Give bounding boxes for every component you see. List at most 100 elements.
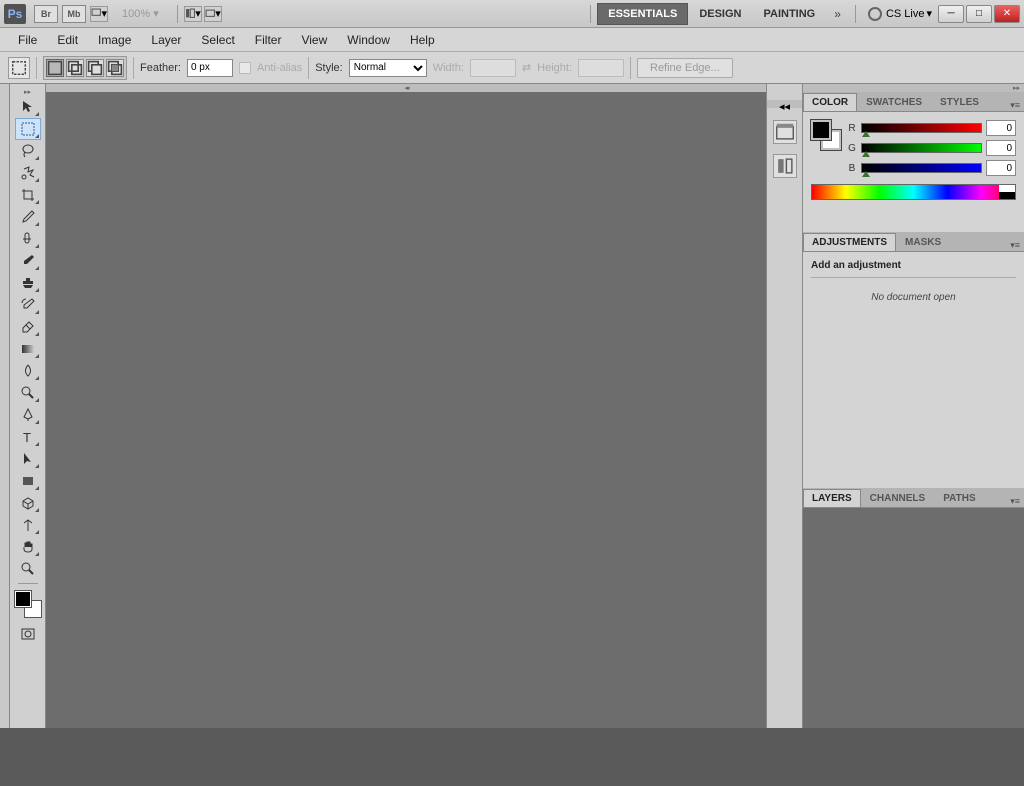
marquee-tool[interactable] bbox=[15, 118, 41, 140]
zoom-level-label[interactable]: 100% ▾ bbox=[122, 7, 159, 20]
canvas-collapse-handle[interactable] bbox=[46, 84, 766, 92]
tab-adjustments[interactable]: ADJUSTMENTS bbox=[803, 233, 896, 251]
refine-edge-button: Refine Edge... bbox=[637, 58, 733, 78]
current-tool-icon[interactable] bbox=[8, 57, 30, 79]
menu-filter[interactable]: Filter bbox=[245, 31, 292, 49]
more-workspaces-icon[interactable]: » bbox=[834, 7, 841, 21]
foreground-swatch[interactable] bbox=[811, 120, 831, 140]
gradient-tool[interactable] bbox=[15, 338, 41, 360]
mini-bridge-button[interactable]: Mb bbox=[62, 5, 86, 23]
history-brush-tool[interactable] bbox=[15, 294, 41, 316]
panel-menu-icon[interactable]: ▾≡ bbox=[1010, 496, 1020, 507]
menu-select[interactable]: Select bbox=[191, 31, 244, 49]
clone-stamp-tool[interactable] bbox=[15, 272, 41, 294]
height-label: Height: bbox=[537, 62, 572, 74]
workspace-painting[interactable]: PAINTING bbox=[753, 3, 827, 25]
quick-mask-button[interactable] bbox=[15, 623, 41, 645]
tab-paths[interactable]: PATHS bbox=[934, 489, 984, 507]
color-spectrum[interactable] bbox=[811, 184, 1016, 200]
g-input[interactable] bbox=[986, 140, 1016, 156]
toolbox: ▸▸ T bbox=[10, 84, 46, 728]
menu-window[interactable]: Window bbox=[337, 31, 400, 49]
eyedropper-tool[interactable] bbox=[15, 206, 41, 228]
workspace-design[interactable]: DESIGN bbox=[688, 3, 752, 25]
bridge-button[interactable]: Br bbox=[34, 5, 58, 23]
b-slider[interactable] bbox=[861, 163, 982, 173]
properties-panel-icon[interactable] bbox=[773, 154, 797, 178]
cslive-icon bbox=[868, 7, 882, 21]
view-extras-dropdown[interactable]: ▾ bbox=[90, 6, 108, 22]
tab-swatches[interactable]: SWATCHES bbox=[857, 93, 931, 111]
menu-edit[interactable]: Edit bbox=[47, 31, 88, 49]
workspace-essentials[interactable]: ESSENTIALS bbox=[597, 3, 688, 25]
width-label: Width: bbox=[433, 62, 464, 74]
panel-menu-icon[interactable]: ▾≡ bbox=[1010, 240, 1020, 251]
tab-color[interactable]: COLOR bbox=[803, 93, 857, 111]
blur-tool[interactable] bbox=[15, 360, 41, 382]
brush-tool[interactable] bbox=[15, 250, 41, 272]
layers-panel-tabs: LAYERS CHANNELS PATHS ▾≡ bbox=[803, 488, 1024, 508]
healing-brush-tool[interactable] bbox=[15, 228, 41, 250]
feather-input[interactable] bbox=[187, 59, 233, 77]
color-swatches-icon[interactable] bbox=[811, 120, 841, 150]
move-tool[interactable] bbox=[15, 96, 41, 118]
menu-view[interactable]: View bbox=[291, 31, 337, 49]
3d-camera-tool[interactable] bbox=[15, 514, 41, 536]
collapsed-panel-strip: ◂◂ bbox=[766, 84, 802, 728]
style-label: Style: bbox=[315, 62, 343, 74]
menu-file[interactable]: File bbox=[8, 31, 47, 49]
lasso-tool[interactable] bbox=[15, 140, 41, 162]
menu-layer[interactable]: Layer bbox=[141, 31, 191, 49]
style-select[interactable]: Normal bbox=[349, 59, 427, 77]
rectangle-tool[interactable] bbox=[15, 470, 41, 492]
tab-layers[interactable]: LAYERS bbox=[803, 489, 861, 507]
history-panel-icon[interactable] bbox=[773, 120, 797, 144]
separator bbox=[308, 57, 309, 79]
window-close-button[interactable]: ✕ bbox=[994, 5, 1020, 23]
b-input[interactable] bbox=[986, 160, 1016, 176]
menu-bar: File Edit Image Layer Select Filter View… bbox=[0, 28, 1024, 52]
r-input[interactable] bbox=[986, 120, 1016, 136]
window-maximize-button[interactable]: □ bbox=[966, 5, 992, 23]
panels-collapse-handle[interactable]: ▸▸ bbox=[803, 84, 1024, 92]
hand-tool[interactable] bbox=[15, 536, 41, 558]
screen-mode-dropdown[interactable]: ▾ bbox=[204, 6, 222, 22]
3d-tool[interactable] bbox=[15, 492, 41, 514]
pen-tool[interactable] bbox=[15, 404, 41, 426]
selection-new-button[interactable] bbox=[46, 59, 64, 77]
cslive-button[interactable]: CS Live▾ bbox=[868, 7, 932, 21]
separator bbox=[133, 57, 134, 79]
r-label: R bbox=[847, 123, 857, 134]
panel-menu-icon[interactable]: ▾≡ bbox=[1010, 100, 1020, 111]
left-collapse-strip[interactable] bbox=[0, 84, 10, 728]
arrange-documents-dropdown[interactable]: ▾ bbox=[184, 6, 202, 22]
foreground-color-icon[interactable] bbox=[15, 591, 31, 607]
window-minimize-button[interactable]: ─ bbox=[938, 5, 964, 23]
dodge-tool[interactable] bbox=[15, 382, 41, 404]
type-tool[interactable]: T bbox=[15, 426, 41, 448]
strip-handle-icon[interactable]: ◂◂ bbox=[767, 100, 802, 108]
quick-selection-tool[interactable] bbox=[15, 162, 41, 184]
selection-intersect-button[interactable] bbox=[106, 59, 124, 77]
g-slider[interactable] bbox=[861, 143, 982, 153]
path-selection-tool[interactable] bbox=[15, 448, 41, 470]
menu-image[interactable]: Image bbox=[88, 31, 141, 49]
selection-subtract-button[interactable] bbox=[86, 59, 104, 77]
color-swatches[interactable] bbox=[15, 591, 41, 617]
menu-help[interactable]: Help bbox=[400, 31, 445, 49]
options-bar: Feather: Anti-alias Style: Normal Width:… bbox=[0, 52, 1024, 84]
eraser-tool[interactable] bbox=[15, 316, 41, 338]
selection-mode-group bbox=[43, 56, 127, 80]
feather-label: Feather: bbox=[140, 62, 181, 74]
tab-styles[interactable]: STYLES bbox=[931, 93, 988, 111]
tab-channels[interactable]: CHANNELS bbox=[861, 489, 935, 507]
separator bbox=[630, 57, 631, 79]
height-input bbox=[578, 59, 624, 77]
tab-masks[interactable]: MASKS bbox=[896, 233, 950, 251]
zoom-tool[interactable] bbox=[15, 558, 41, 580]
r-slider[interactable] bbox=[861, 123, 982, 133]
divider bbox=[811, 277, 1016, 278]
selection-add-button[interactable] bbox=[66, 59, 84, 77]
crop-tool[interactable] bbox=[15, 184, 41, 206]
color-panel-tabs: COLOR SWATCHES STYLES ▾≡ bbox=[803, 92, 1024, 112]
